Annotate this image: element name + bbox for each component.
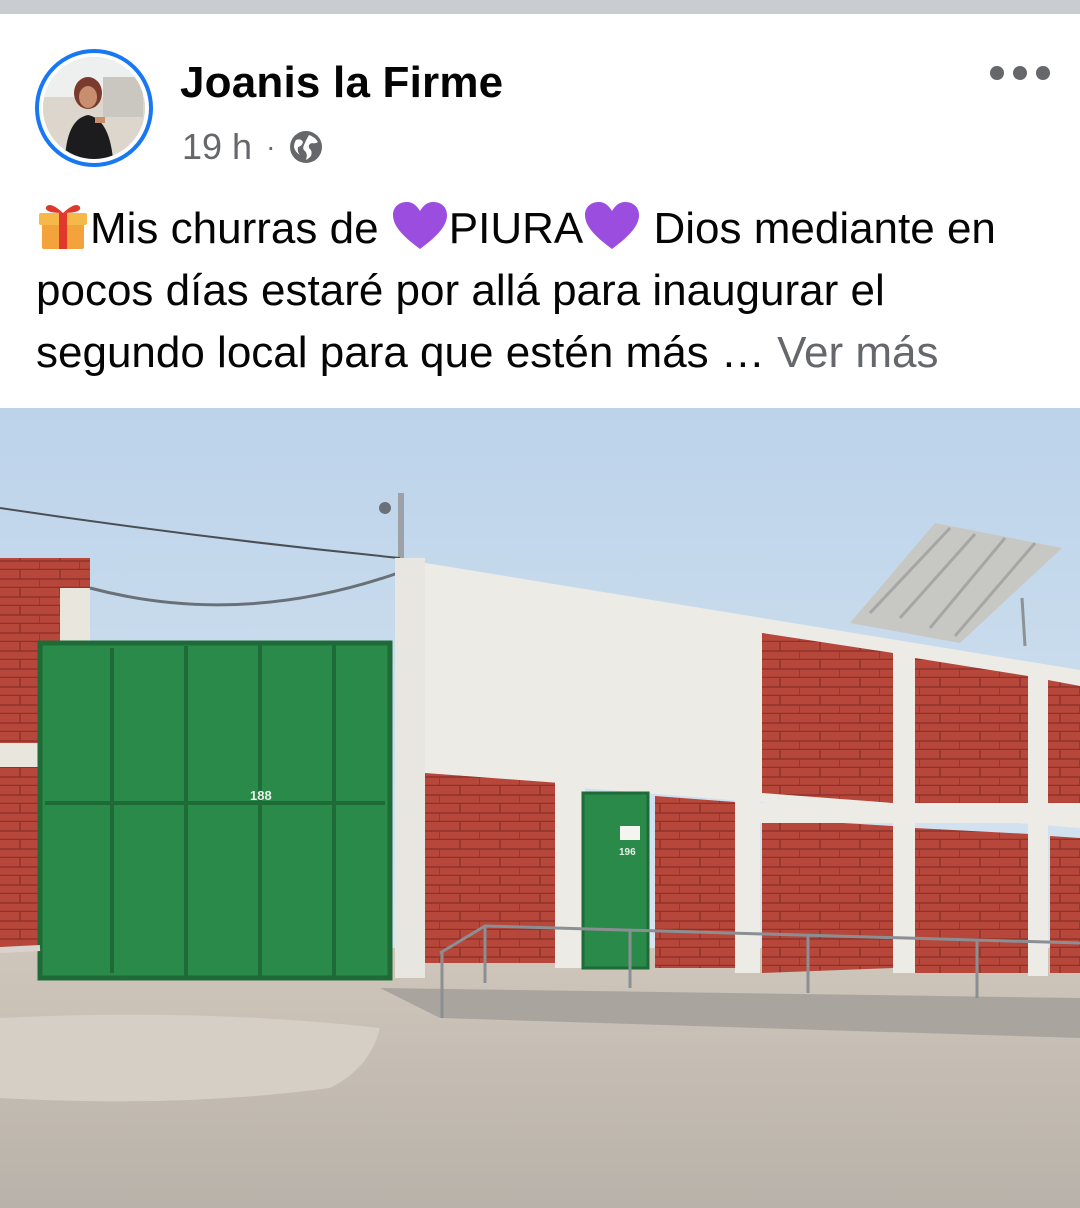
post-time[interactable]: 19 h xyxy=(182,126,252,168)
gift-icon xyxy=(36,201,90,251)
more-options-icon[interactable] xyxy=(990,60,1050,86)
post-meta: 19 h · xyxy=(182,126,323,168)
post-header: Joanis la Firme 19 h · xyxy=(0,14,1080,174)
avatar[interactable] xyxy=(43,57,145,159)
post-text-part2: PIURA xyxy=(448,204,584,253)
more-dot xyxy=(1013,66,1027,80)
author-avatar-ring[interactable] xyxy=(35,49,153,167)
author-name[interactable]: Joanis la Firme xyxy=(180,58,503,108)
post-text: Mis churras de PIURA Dios mediante en po… xyxy=(36,198,1056,384)
see-more-link[interactable]: Ver más xyxy=(777,328,938,377)
top-divider-bar xyxy=(0,0,1080,14)
more-dot xyxy=(1036,66,1050,80)
purple-heart-icon xyxy=(391,201,449,251)
door-number: 196 xyxy=(619,847,636,858)
gate-number: 188 xyxy=(250,788,272,803)
post-photo[interactable]: 188 196 xyxy=(0,408,1080,1208)
post-text-part1: Mis churras de xyxy=(90,204,391,253)
more-dot xyxy=(990,66,1004,80)
purple-heart-icon xyxy=(583,201,641,251)
globe-icon[interactable] xyxy=(289,130,323,164)
meta-separator: · xyxy=(266,131,276,162)
